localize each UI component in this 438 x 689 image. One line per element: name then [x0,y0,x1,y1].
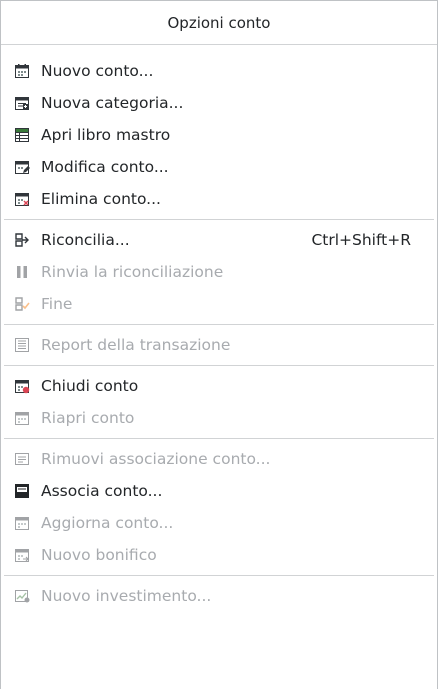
calendar-reopen-icon [13,409,31,427]
menu-separator [4,575,434,576]
menu-group: Rimuovi associazione conto... Associa con… [1,443,437,571]
menu-separator [4,438,434,439]
finish-icon [13,295,31,313]
menu-item-label: Elimina conto... [41,190,161,208]
menu-item-associa-conto[interactable]: Associa conto... [1,475,437,507]
calendar-new-icon [13,62,31,80]
menu-item-label: Modifica conto... [41,158,169,176]
menu-item-label: Aggiorna conto... [41,514,174,532]
menu-item-report-della-transazione: Report della transazione [1,329,437,361]
menu-separator [4,324,434,325]
menu-item-label: Nuovo conto... [41,62,154,80]
menu-item-label: Associa conto... [41,482,163,500]
menu-item-apri-libro-mastro[interactable]: Apri libro mastro [1,119,437,151]
calendar-edit-icon [13,158,31,176]
calendar-delete-icon [13,190,31,208]
link-account-icon [13,482,31,500]
menu-separator [4,365,434,366]
menu-item-nuova-categoria[interactable]: Nuova categoria... [1,87,437,119]
menu-item-rimuovi-associazione-conto: Rimuovi associazione conto... [1,443,437,475]
menu-group: Chiudi conto Riapri conto [1,370,437,434]
menu-item-modifica-conto[interactable]: Modifica conto... [1,151,437,183]
menu-item-riapri-conto: Riapri conto [1,402,437,434]
calendar-close-icon [13,377,31,395]
menu-item-label: Chiudi conto [41,377,139,395]
menu-item-nuovo-conto[interactable]: Nuovo conto... [1,55,437,87]
calendar-transfer-icon [13,546,31,564]
ledger-icon [13,126,31,144]
menu-item-fine: Fine [1,288,437,320]
menu-group: Nuovo conto... Nuova categoria... Apri lib… [1,45,437,215]
calendar-update-icon [13,514,31,532]
menu-item-label: Rimuovi associazione conto... [41,450,271,468]
menu-item-label: Rinvia la riconciliazione [41,263,224,281]
menu-item-label: Riapri conto [41,409,135,427]
menu-body: Nuovo conto... Nuova categoria... Apri lib… [1,45,437,612]
investment-icon [13,587,31,605]
menu-item-elimina-conto[interactable]: Elimina conto... [1,183,437,215]
menu-item-rinvia-la-riconciliazione: Rinvia la riconciliazione [1,256,437,288]
pause-icon [13,263,31,281]
menu-group: Riconcilia... Ctrl+Shift+R Rinvia la ricon… [1,224,437,320]
menu-item-riconcilia[interactable]: Riconcilia... Ctrl+Shift+R [1,224,437,256]
menu-item-nuovo-bonifico: Nuovo bonifico [1,539,437,571]
reconcile-icon [13,231,31,249]
unlink-icon [13,450,31,468]
menu-item-label: Apri libro mastro [41,126,171,144]
menu-item-label: Nuovo bonifico [41,546,157,564]
menu-item-label: Riconcilia... [41,231,130,249]
menu-separator [4,219,434,220]
menu-item-nuovo-investimento: Nuovo investimento... [1,580,437,612]
menu-group: Nuovo investimento... [1,580,437,612]
menu-item-label: Nuova categoria... [41,94,184,112]
menu-item-label: Fine [41,295,73,313]
menu-item-shortcut: Ctrl+Shift+R [311,231,411,249]
menu-title: Opzioni conto [1,1,437,45]
menu-group: Report della transazione [1,329,437,361]
menu-item-label: Report della transazione [41,336,231,354]
account-options-menu: Opzioni conto Nuovo conto... Nuova catego… [0,0,438,689]
menu-item-aggiorna-conto: Aggiorna conto... [1,507,437,539]
category-new-icon [13,94,31,112]
report-icon [13,336,31,354]
menu-item-chiudi-conto[interactable]: Chiudi conto [1,370,437,402]
menu-item-label: Nuovo investimento... [41,587,212,605]
